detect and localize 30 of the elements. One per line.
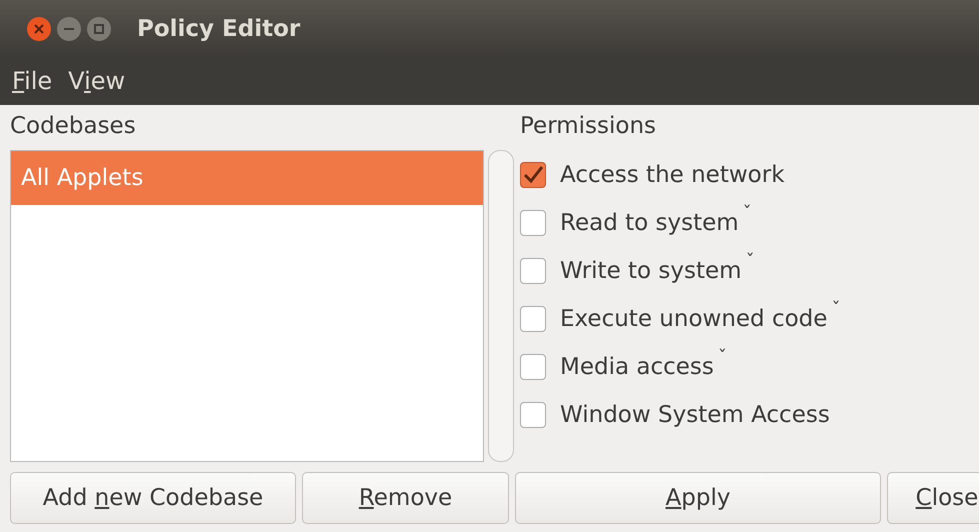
window-title: Policy Editor (137, 16, 300, 42)
permission-label: Window System Access (560, 402, 830, 428)
section-heading: Codebases (10, 112, 137, 141)
action-button[interactable]: Apply (515, 472, 881, 524)
permission-label: Media access (560, 354, 714, 380)
minimize-icon[interactable] (57, 16, 81, 40)
checkbox[interactable] (520, 402, 546, 428)
caret-icon: ˇ (746, 250, 755, 272)
menu-item[interactable]: View (68, 67, 126, 95)
caret-icon: ˇ (742, 202, 752, 224)
checkbox[interactable] (520, 210, 546, 236)
maximize-icon[interactable] (87, 16, 111, 40)
scrollbar[interactable] (488, 150, 514, 462)
caret-icon: ˇ (718, 346, 727, 368)
action-button[interactable]: Close (887, 472, 979, 524)
checkbox[interactable] (520, 162, 546, 188)
permission-label: Read to system (560, 210, 739, 236)
check-icon (522, 165, 544, 185)
caret-icon: ˇ (831, 298, 840, 320)
action-button[interactable]: Remove (302, 472, 509, 524)
permission-label: Access the network (560, 162, 785, 188)
action-button[interactable]: Add new Codebase (10, 472, 296, 524)
permission-label: Write to system (560, 258, 742, 284)
permission-label: Execute unowned code (560, 306, 828, 332)
checkbox[interactable] (520, 306, 546, 332)
checkbox[interactable] (520, 354, 546, 380)
checkbox[interactable] (520, 258, 546, 284)
section-heading: Permissions (520, 112, 658, 141)
menu-item[interactable]: File (12, 67, 52, 95)
close-icon[interactable] (27, 16, 51, 40)
